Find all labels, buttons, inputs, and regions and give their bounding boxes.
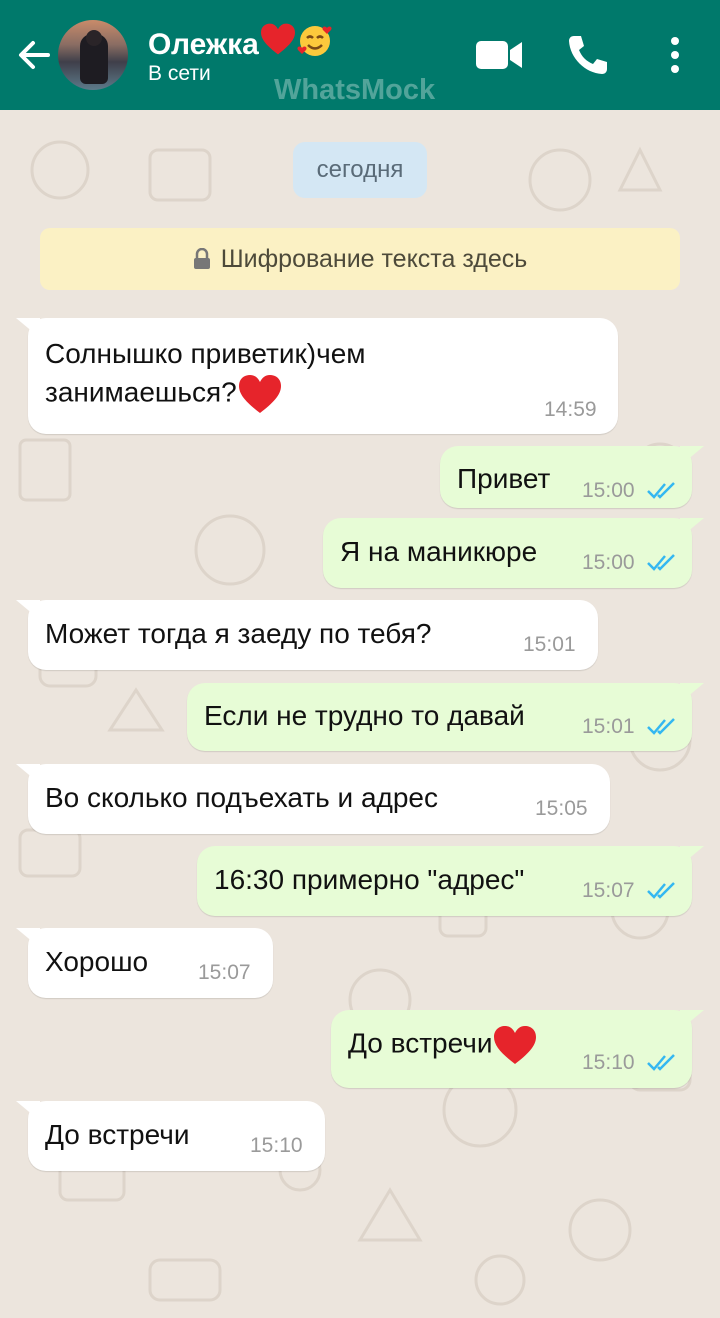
chat-header: Олежка В сети WhatsMock	[0, 0, 720, 110]
more-options-button[interactable]	[652, 32, 702, 78]
message-time: 14:59	[544, 398, 597, 421]
bubble-tail	[16, 764, 40, 784]
message-time: 15:01	[582, 715, 635, 738]
message-time: 15:05	[535, 797, 588, 820]
contact-name-text: Олежка	[148, 28, 259, 61]
red-heart-icon	[494, 1026, 537, 1064]
encryption-banner[interactable]: Шифрование текста здесь	[40, 228, 680, 290]
message-text: 16:30 примерно "адрес"	[214, 864, 525, 895]
message-outgoing[interactable]: 16:30 примерно "адрес" 15:07	[197, 846, 704, 916]
read-receipt-icon	[647, 1054, 675, 1071]
message-text: Во сколько подъехать и адрес	[45, 782, 438, 813]
read-receipt-icon	[647, 882, 675, 899]
message-time: 15:00	[582, 551, 635, 574]
message-text: Хорошо	[45, 946, 149, 977]
voice-call-button[interactable]	[565, 32, 615, 78]
message-incoming[interactable]: Во сколько подъехать и адрес 15:05	[16, 764, 610, 834]
message-text: До встречи	[348, 1027, 493, 1059]
message-text: Солнышко приветик)чем	[45, 338, 366, 369]
smiling-face-with-hearts-icon	[297, 26, 332, 56]
more-vert-icon	[671, 37, 679, 73]
red-heart-icon	[260, 23, 295, 55]
bubble-tail	[680, 1010, 704, 1030]
date-separator: сегодня	[293, 142, 427, 198]
video-camera-icon	[476, 41, 522, 69]
bubble-tail	[16, 1101, 40, 1121]
message-outgoing[interactable]: Если не трудно то давай 15:01	[187, 683, 704, 751]
message-incoming[interactable]: Хорошо 15:07	[16, 928, 273, 998]
bubble-tail	[680, 446, 704, 466]
contact-avatar[interactable]	[58, 20, 128, 90]
back-button[interactable]	[14, 35, 54, 75]
message-incoming[interactable]: Солнышко приветик)чем занимаешься? 14:59	[16, 318, 618, 434]
contact-status: В сети	[148, 62, 211, 85]
message-text: Если не трудно то давай	[204, 700, 525, 731]
message-time: 15:10	[250, 1134, 303, 1157]
message-time: 15:10	[582, 1051, 635, 1074]
message-time: 15:00	[582, 479, 635, 502]
message-text: До встречи	[45, 1119, 190, 1150]
red-heart-icon	[238, 375, 281, 413]
lock-icon	[193, 248, 210, 269]
message-incoming[interactable]: До встречи 15:10	[16, 1101, 325, 1171]
bubble-tail	[16, 928, 40, 948]
message-time: 15:07	[582, 879, 635, 902]
message-outgoing[interactable]: Привет 15:00	[440, 446, 704, 508]
message-text: занимаешься?	[45, 376, 237, 408]
video-call-button[interactable]	[474, 32, 524, 78]
watermark: WhatsMock	[274, 74, 436, 106]
bubble-tail	[16, 600, 40, 620]
arrow-left-icon	[19, 41, 50, 69]
phone-icon	[569, 36, 607, 74]
message-text: Я на маникюре	[340, 536, 538, 567]
read-receipt-icon	[647, 554, 675, 571]
message-outgoing[interactable]: До встречи 15:10	[331, 1010, 704, 1088]
message-incoming[interactable]: Может тогда я заеду по тебя? 15:01	[16, 600, 598, 670]
encryption-text: Шифрование текста здесь	[220, 244, 528, 273]
message-text: Привет	[457, 463, 551, 494]
contact-name[interactable]: Олежка	[148, 22, 333, 62]
read-receipt-icon	[647, 482, 675, 499]
bubble-tail	[680, 683, 704, 703]
bubble-tail	[16, 318, 40, 338]
read-receipt-icon	[647, 718, 675, 735]
message-time: 15:01	[523, 633, 576, 656]
bubble-tail	[680, 518, 704, 538]
bubble-tail	[680, 846, 704, 866]
message-time: 15:07	[198, 961, 251, 984]
avatar-photo	[80, 30, 108, 84]
message-text: Может тогда я заеду по тебя?	[45, 618, 432, 649]
message-outgoing[interactable]: Я на маникюре 15:00	[323, 518, 704, 588]
